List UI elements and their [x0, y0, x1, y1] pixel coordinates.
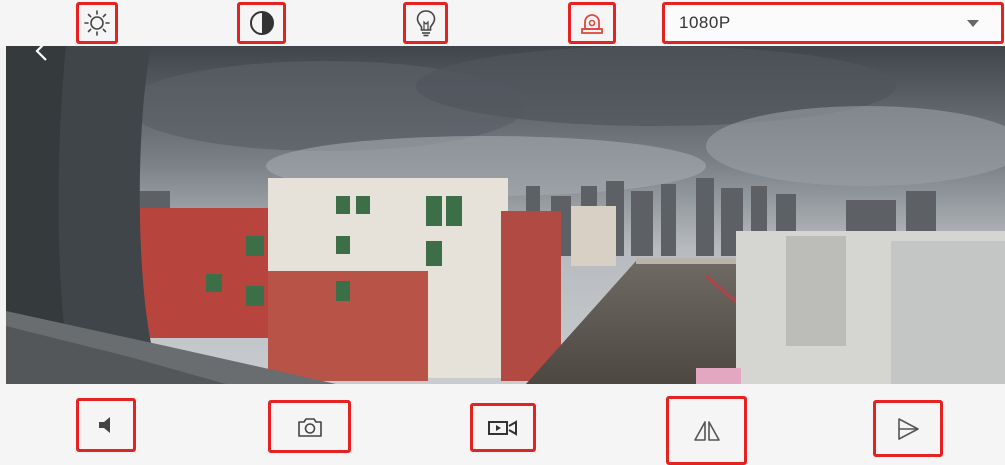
lightbulb-icon — [416, 10, 435, 37]
sun-icon — [84, 10, 110, 36]
record-button[interactable] — [470, 403, 536, 452]
audio-button[interactable] — [76, 398, 136, 452]
snapshot-button[interactable] — [268, 400, 351, 453]
back-chevron-icon[interactable] — [34, 46, 48, 62]
contrast-icon — [249, 11, 274, 35]
brightness-button[interactable] — [76, 2, 118, 44]
flip-horizontal-icon — [898, 417, 919, 440]
contrast-button[interactable] — [237, 2, 286, 44]
flip-vertical-icon — [693, 420, 720, 441]
resolution-select[interactable]: 1080P — [662, 2, 1004, 44]
flip-vertical-button[interactable] — [666, 396, 747, 465]
flip-horizontal-button[interactable] — [873, 400, 943, 457]
alarm-button[interactable] — [568, 2, 616, 44]
siren-icon — [581, 14, 603, 34]
camera-video-feed[interactable] — [6, 46, 1005, 384]
caret-down-icon — [967, 19, 979, 27]
speaker-icon — [99, 417, 110, 433]
resolution-value: 1080P — [679, 13, 731, 32]
video-record-icon — [488, 419, 517, 436]
camera-icon — [297, 417, 322, 437]
camera-scene-image — [6, 46, 1005, 384]
light-button[interactable] — [403, 2, 448, 44]
